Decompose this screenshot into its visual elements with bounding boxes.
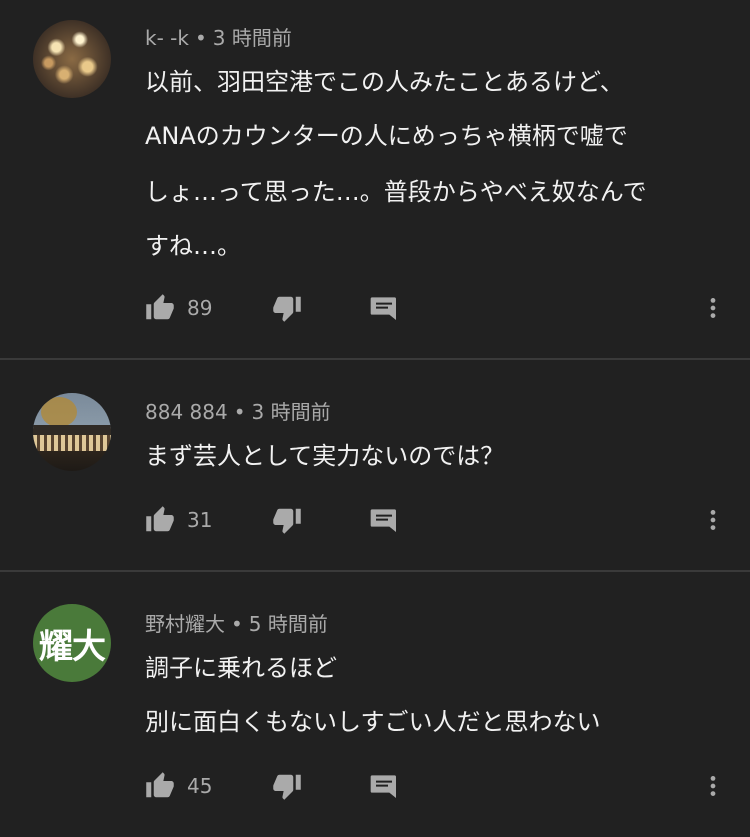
comment-icon xyxy=(370,297,396,320)
reply-button[interactable] xyxy=(368,500,400,540)
comment-text-line: まず芸人として実力ないのでは？ xyxy=(145,442,505,470)
separator-dot: • xyxy=(233,400,246,424)
dislike-button[interactable] xyxy=(272,288,302,328)
like-count: 45 xyxy=(187,774,213,798)
more-options-button[interactable] xyxy=(700,288,726,328)
more-options-button[interactable] xyxy=(700,766,726,806)
comment-item: 耀大 野村耀大 • 5 時間前 調子に乗れるほど 別に面白くもないしすごい人だと思わ… xyxy=(0,572,750,837)
author-name[interactable]: 野村耀大 xyxy=(145,612,225,636)
vertical-dots-icon xyxy=(710,298,716,318)
author-name[interactable]: 884 884 xyxy=(145,400,228,424)
comment-text-line: 別に面白くもないしすごい人だと思わない xyxy=(145,708,601,736)
like-count: 31 xyxy=(187,508,213,532)
avatar[interactable] xyxy=(33,393,111,471)
comment-meta: k- -k • 3 時間前 xyxy=(145,22,292,51)
comment-time[interactable]: 5 時間前 xyxy=(249,612,328,636)
comment-meta: 884 884 • 3 時間前 xyxy=(145,396,331,425)
comment-meta: 野村耀大 • 5 時間前 xyxy=(145,608,328,637)
like-button[interactable]: 45 xyxy=(145,766,212,806)
dislike-button[interactable] xyxy=(272,766,302,806)
comment-actions: 89 xyxy=(0,288,750,328)
thumbs-down-icon xyxy=(273,508,301,534)
comment-item: k- -k • 3 時間前 以前、羽田空港でこの人みたことあるけど、 ANAのカウン… xyxy=(0,0,750,360)
separator-dot: • xyxy=(194,26,207,50)
comment-actions: 31 xyxy=(0,500,750,540)
vertical-dots-icon xyxy=(710,510,716,530)
thumbs-up-icon xyxy=(146,506,174,532)
thumbs-up-icon xyxy=(146,294,174,320)
comment-text-line: すね…。 xyxy=(145,232,241,260)
comment-text-line: ANAのカウンターの人にめっちゃ横柄で嘘で xyxy=(145,122,628,150)
comment-text-line: 以前、羽田空港でこの人みたことあるけど、 xyxy=(145,68,624,96)
comment-text-line: 調子に乗れるほど xyxy=(145,654,337,682)
thumbs-down-icon xyxy=(273,774,301,800)
reply-button[interactable] xyxy=(368,766,400,806)
comment-actions: 45 xyxy=(0,766,750,806)
comment-time[interactable]: 3 時間前 xyxy=(213,26,292,50)
like-count: 89 xyxy=(187,296,213,320)
avatar[interactable] xyxy=(33,20,111,98)
separator-dot: • xyxy=(231,612,243,636)
thumbs-down-icon xyxy=(273,296,301,322)
like-button[interactable]: 31 xyxy=(145,500,212,540)
avatar-initials: 耀大 xyxy=(39,626,106,667)
comment-text-line: しょ…って思った…。普段からやべえ奴なんで xyxy=(145,178,647,206)
comment-icon xyxy=(370,509,396,532)
vertical-dots-icon xyxy=(710,776,716,796)
avatar[interactable]: 耀大 xyxy=(33,604,111,682)
author-name[interactable]: k- -k xyxy=(145,26,189,50)
comment-item: 884 884 • 3 時間前 まず芸人として実力ないのでは？ 31 xyxy=(0,360,750,572)
dislike-button[interactable] xyxy=(272,500,302,540)
thumbs-up-icon xyxy=(146,772,174,798)
comment-time[interactable]: 3 時間前 xyxy=(252,400,331,424)
like-button[interactable]: 89 xyxy=(145,288,212,328)
comment-icon xyxy=(370,775,396,798)
reply-button[interactable] xyxy=(368,288,400,328)
more-options-button[interactable] xyxy=(700,500,726,540)
